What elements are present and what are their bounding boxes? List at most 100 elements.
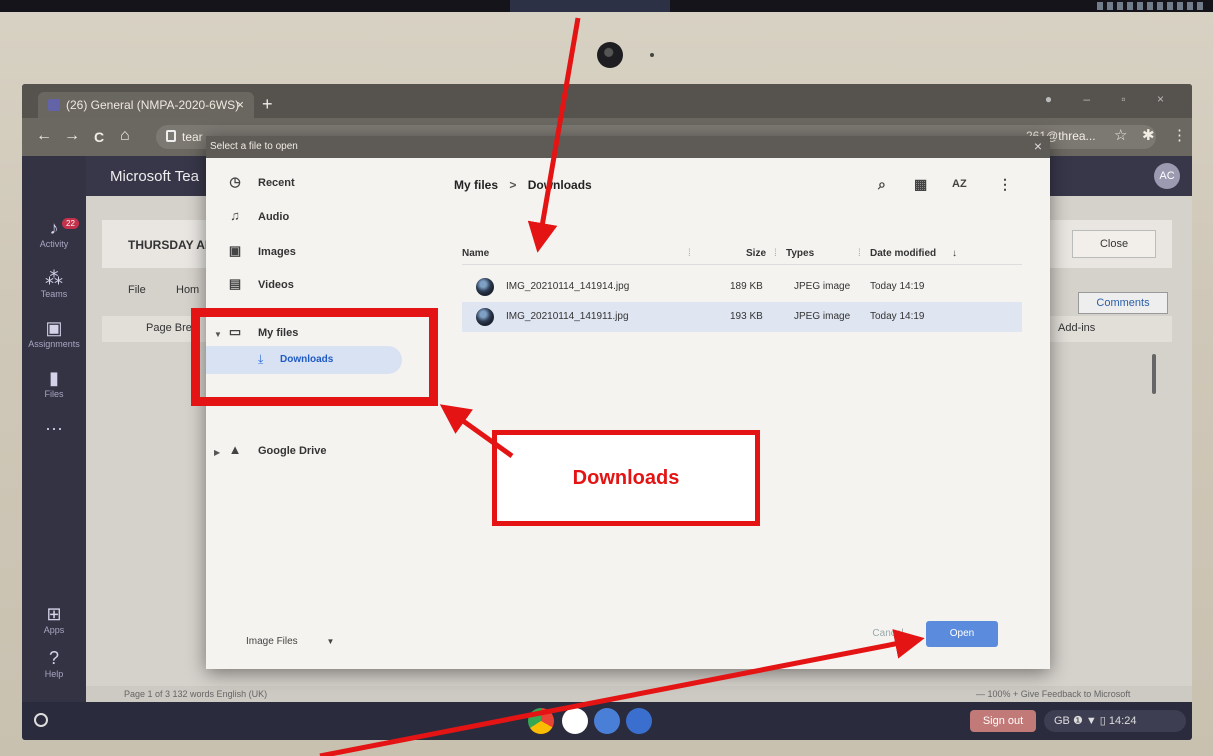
file-list-header: Name ⁞ Size ⁞ Types ⁞ Date modified ↓ — [462, 244, 1022, 264]
image-icon: ▣ — [228, 243, 242, 258]
header-divider — [462, 264, 1022, 265]
search-icon[interactable]: ⌕ — [878, 176, 886, 193]
clock-icon: ◷ — [229, 174, 241, 189]
file-type: JPEG image — [794, 281, 851, 292]
chevron-down-icon: ▼ — [326, 637, 335, 646]
more-options-icon[interactable]: ⋮ — [998, 176, 1012, 193]
file-name: IMG_20210114_141911.jpg — [506, 311, 629, 322]
menu-home[interactable]: Hom — [176, 284, 199, 296]
rail-more[interactable]: ··· — [22, 418, 86, 439]
laptop-screen: (26) General (NMPA-2020-6WS) × + ● – ▫ ×… — [22, 84, 1192, 740]
breadcrumb: My files > Downloads — [454, 178, 592, 192]
rail-files[interactable]: ▮ Files — [22, 368, 86, 399]
image-thumbnail-icon — [476, 308, 494, 326]
browser-tab[interactable]: (26) General (NMPA-2020-6WS) × — [38, 92, 254, 118]
reload-button[interactable]: C — [94, 129, 104, 145]
launcher-icon[interactable] — [34, 713, 48, 727]
column-resize-icon[interactable]: ⁞ — [688, 248, 691, 259]
cancel-button[interactable]: Cancel — [860, 621, 916, 647]
file-date: Today 14:19 — [870, 281, 925, 292]
dialog-titlebar: Select a file to open × — [206, 136, 1050, 158]
back-button[interactable]: ← — [36, 127, 52, 145]
rail-label: Teams — [40, 289, 68, 299]
ribbon-add-ins[interactable]: Add-ins — [1058, 322, 1095, 334]
help-icon: ? — [48, 648, 59, 668]
dialog-title: Select a file to open — [210, 141, 298, 152]
column-size[interactable]: Size — [746, 248, 766, 259]
rail-activity[interactable]: ♪ Activity 22 — [22, 218, 86, 249]
grid-view-icon[interactable]: ▦ — [914, 176, 927, 193]
file-row[interactable]: IMG_20210114_141914.jpg 189 KB JPEG imag… — [462, 272, 1022, 302]
file-type-filter-label: Image Files — [246, 636, 298, 647]
file-icon: ▮ — [49, 368, 59, 388]
document-scrollbar[interactable] — [1152, 354, 1156, 394]
avatar[interactable]: AC — [1154, 163, 1180, 189]
rail-teams[interactable]: ⁂ Teams — [22, 268, 86, 299]
star-icon[interactable]: ☆ — [1114, 126, 1127, 144]
sidebar-item-label: Audio — [258, 211, 290, 223]
tab-close-icon[interactable]: × — [236, 97, 244, 112]
chrome-icon[interactable] — [528, 708, 554, 734]
forward-button[interactable]: → — [64, 127, 80, 145]
sort-az-icon[interactable]: AZ — [952, 178, 967, 190]
comments-button[interactable]: Comments — [1078, 292, 1168, 314]
column-type[interactable]: Types — [786, 248, 814, 259]
chromeos-shelf: Sign out GB ❶ ▼ ▯ 14:24 — [22, 702, 1192, 740]
ribbon-page-break[interactable]: Page Bre — [146, 322, 192, 334]
play-store-icon[interactable] — [562, 708, 588, 734]
file-row[interactable]: IMG_20210114_141911.jpg 193 KB JPEG imag… — [462, 302, 1022, 332]
open-button[interactable]: Open — [926, 621, 998, 647]
new-tab-button[interactable]: + — [262, 94, 273, 115]
rail-label: Files — [44, 389, 64, 399]
lock-icon — [166, 130, 176, 142]
host-taskbar-apps — [510, 0, 670, 12]
image-thumbnail-icon — [476, 278, 494, 296]
sidebar-item-label: Images — [258, 246, 296, 258]
dialog-sidebar: ◷ Recent ♫ Audio ▣ Images ▤ Videos ▼ ▭ M… — [206, 158, 436, 669]
rail-label: Apps — [43, 625, 65, 635]
annotation-highlight-box — [191, 308, 438, 406]
rail-label: Assignments — [28, 339, 80, 349]
sign-out-button[interactable]: Sign out — [970, 710, 1036, 732]
file-type: JPEG image — [794, 311, 851, 322]
file-size: 193 KB — [730, 311, 763, 322]
files-app-icon[interactable] — [626, 708, 652, 734]
teams-app-rail: ♪ Activity 22 ⁂ Teams ▣ Assignments ▮ Fi… — [22, 156, 86, 702]
home-button[interactable]: ⌂ — [120, 127, 130, 145]
menu-icon[interactable]: ⋮ — [1172, 126, 1187, 144]
breadcrumb-root[interactable]: My files — [454, 178, 498, 192]
rail-apps[interactable]: ⊞ Apps — [22, 604, 86, 635]
menu-file[interactable]: File — [128, 284, 146, 296]
camera-app-icon[interactable] — [594, 708, 620, 734]
more-icon: ··· — [45, 418, 63, 438]
close-document-button[interactable]: Close — [1072, 230, 1156, 258]
file-type-filter[interactable]: Image Files ▼ — [246, 636, 334, 647]
webcam-led — [650, 53, 654, 57]
webcam — [597, 42, 623, 68]
document-title: THURSDAY AI — [128, 238, 209, 252]
window-controls[interactable]: ● – ▫ × — [1045, 92, 1178, 106]
word-count: Page 1 of 3 132 words English (UK) — [124, 689, 268, 699]
breadcrumb-current: Downloads — [527, 178, 592, 192]
breadcrumb-separator: > — [509, 178, 517, 192]
word-statusbar: Page 1 of 3 132 words English (UK) — 100… — [86, 686, 1192, 702]
assignments-icon: ▣ — [45, 318, 63, 338]
headphones-icon: ♫ — [230, 208, 240, 223]
file-date: Today 14:19 — [870, 311, 925, 322]
system-tray[interactable]: GB ❶ ▼ ▯ 14:24 — [1044, 710, 1186, 732]
browser-tabbar: (26) General (NMPA-2020-6WS) × + ● – ▫ × — [22, 84, 1192, 118]
column-resize-icon[interactable]: ⁞ — [858, 248, 861, 259]
film-icon: ▤ — [228, 276, 242, 291]
annotation-callout: Downloads — [492, 430, 760, 526]
dialog-close-icon[interactable]: × — [1034, 138, 1042, 154]
column-resize-icon[interactable]: ⁞ — [774, 248, 777, 259]
extensions-icon[interactable]: ✱ — [1142, 126, 1155, 144]
tab-title: (26) General (NMPA-2020-6WS) — [66, 98, 240, 112]
column-date[interactable]: Date modified — [870, 248, 936, 259]
rail-assignments[interactable]: ▣ Assignments — [22, 318, 86, 349]
expand-caret-icon[interactable]: ▶ — [214, 448, 220, 457]
rail-label: Help — [44, 669, 64, 679]
sort-down-arrow-icon: ↓ — [952, 248, 957, 259]
rail-help[interactable]: ? Help — [22, 648, 86, 679]
column-name[interactable]: Name — [462, 248, 489, 259]
